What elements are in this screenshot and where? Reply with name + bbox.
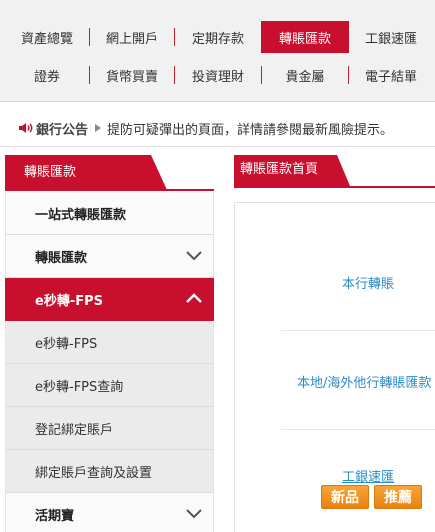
bank-announcement: 銀行公告 提防可疑彈出的頁面，詳情請參閱最新風險提示。 [18,117,393,139]
nav-transfer[interactable]: 轉賬匯款 [261,21,349,53]
nav-row-1: 資產總覽 網上開戶 定期存款 轉賬匯款 工銀速匯 [5,21,433,53]
sidebar-header: 轉賬匯款 [5,155,167,190]
content-separator [281,429,435,430]
sidebar-subitem-account-settings[interactable]: 綁定賬戶查詢及設置 [5,450,214,493]
sidebar-item-label: e秒轉-FPS查詢 [35,379,124,395]
sidebar-item-label: 綁定賬戶查詢及設置 [35,465,153,481]
sidebar-header-title: 轉賬匯款 [24,165,77,180]
sidebar-item-label: 一站式轉賬匯款 [35,207,127,223]
link-internal-transfer[interactable]: 本行轉賬 [342,273,435,292]
sidebar-item-label: 活期寶 [35,508,75,524]
sidebar-item-label: 轉賬匯款 [35,250,88,266]
nav-precious-metals[interactable]: 貴金屬 [262,59,348,91]
content-tab-title: 轉賬匯款首頁 [240,162,319,177]
sidebar-item-fps[interactable]: e秒轉-FPS [5,278,214,321]
badge-recommended[interactable]: 推薦 [374,485,422,509]
link-icbc-express[interactable]: 工銀速匯 [342,466,435,485]
nav-icbc-express[interactable]: 工銀速匯 [349,21,433,53]
nav-investment[interactable]: 投資理財 [175,59,261,91]
announcement-text[interactable]: 提防可疑彈出的頁面，詳情請參閱最新風險提示。 [107,119,393,138]
sidebar-subitem-fps[interactable]: e秒轉-FPS [5,321,214,364]
nav-securities[interactable]: 證券 [5,59,89,91]
nav-asset-overview[interactable]: 資產總覽 [5,21,89,53]
nav-e-statement[interactable]: 電子結單 [349,59,433,91]
divider [0,146,435,147]
top-navigation: 資產總覽 網上開戶 定期存款 轉賬匯款 工銀速匯 證券 貨幣買賣 投資理財 貴金… [0,0,435,102]
chevron-down-icon[interactable] [185,506,203,520]
link-local-overseas-transfer[interactable]: 本地/海外他行轉賬匯款 [297,372,435,391]
speaker-icon [19,123,33,133]
content-tab: 轉賬匯款首頁 [234,155,354,188]
sidebar-subitem-fps-query[interactable]: e秒轉-FPS查詢 [5,364,214,407]
sidebar-item-label: e秒轉-FPS [35,336,98,352]
nav-fx-trading[interactable]: 貨幣買賣 [90,59,174,91]
arrow-right-icon [95,124,102,132]
chevron-up-icon[interactable] [185,291,203,305]
nav-time-deposit[interactable]: 定期存款 [175,21,261,53]
sidebar-subitem-register-account[interactable]: 登記綁定賬戶 [5,407,214,450]
sidebar-item-transfer[interactable]: 轉賬匯款 [5,235,214,278]
content-tab-underline [234,186,435,188]
chevron-down-icon[interactable] [185,248,203,262]
announcement-title: 銀行公告 [36,122,89,138]
nav-online-account[interactable]: 網上開戶 [90,21,174,53]
sidebar-item-label: e秒轉-FPS [35,293,103,309]
sidebar-item-savings[interactable]: 活期寶 [5,493,214,532]
sidebar-item-label: 登記綁定賬戶 [35,422,114,438]
sidebar-menu: 一站式轉賬匯款 轉賬匯款 e秒轉-FPS e秒轉-FPS e秒轉-FPS查詢 登… [5,192,214,532]
content-panel: 本行轉賬 本地/海外他行轉賬匯款 工銀速匯 新品 推薦 [234,202,435,532]
sidebar-item-one-stop-transfer[interactable]: 一站式轉賬匯款 [5,192,214,235]
nav-row-2: 證券 貨幣買賣 投資理財 貴金屬 電子結單 [5,59,433,91]
badge-new[interactable]: 新品 [321,485,369,509]
sidebar-header-underline [5,189,214,191]
content-separator [281,330,435,331]
